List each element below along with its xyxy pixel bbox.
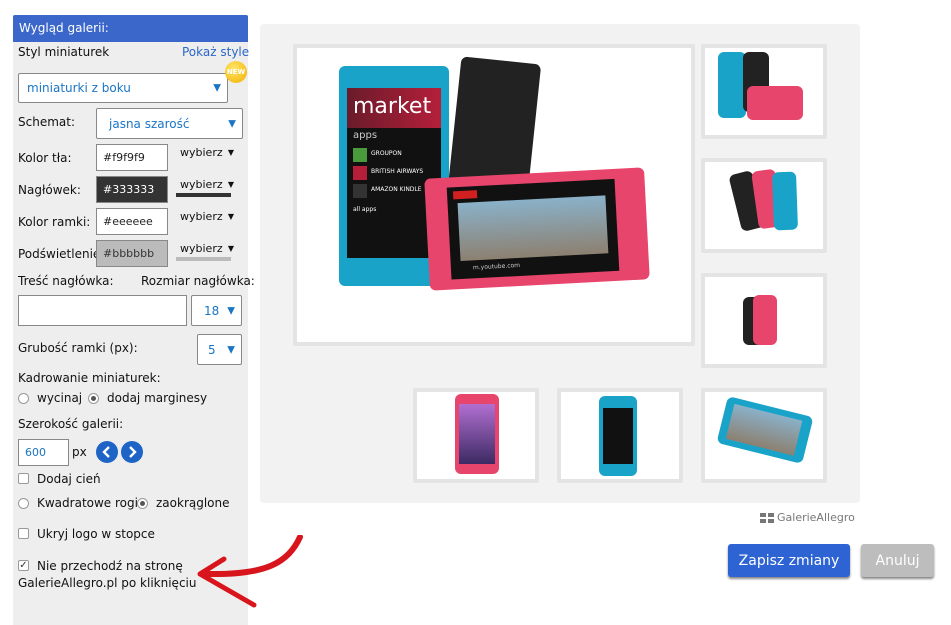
gallery-settings-panel: Wygląd galerii: Styl miniaturek Pokaż st… xyxy=(13,15,255,625)
border-color-picker[interactable]: wybierz ▼ xyxy=(176,210,238,234)
decrease-width-button[interactable] xyxy=(96,441,118,463)
screen-item-4: all apps xyxy=(353,206,377,213)
chevron-down-icon: ▼ xyxy=(227,305,235,316)
crop-radio[interactable] xyxy=(18,393,29,404)
square-corners-radio[interactable] xyxy=(18,498,29,509)
rounded-corners-label: zaokrąglone xyxy=(156,496,230,510)
picker-label: wybierz xyxy=(180,178,223,191)
no-redirect-label-line2: GalerieAllegro.pl po kliknięciu xyxy=(18,576,197,590)
main-image-frame[interactable]: market apps GROUPON BRITISH AIRWAYS AMAZ… xyxy=(293,44,695,346)
header-size-select[interactable]: 18 ▼ xyxy=(191,295,242,326)
thumb-style-label: Styl miniaturek xyxy=(18,45,110,59)
header-color-input[interactable]: #333333 xyxy=(96,176,168,203)
chevron-down-icon: ▼ xyxy=(227,344,235,355)
highlight-color-picker[interactable]: wybierz ▼ xyxy=(176,242,238,266)
header-size-value: 18 xyxy=(204,303,220,318)
browser-url: m.youtube.com xyxy=(472,261,521,272)
crop-option-label: wycinaj xyxy=(37,391,83,405)
gallery-preview: market apps GROUPON BRITISH AIRWAYS AMAZ… xyxy=(260,24,860,503)
square-corners-label: Kwadratowe rogi xyxy=(37,496,138,510)
thumbnail-6[interactable] xyxy=(701,388,827,483)
thumbnail-1[interactable] xyxy=(701,44,827,139)
scheme-label: Schemat: xyxy=(18,115,75,129)
thumbnail-4[interactable] xyxy=(413,388,539,483)
header-text-label: Treść nagłówka: xyxy=(18,274,114,288)
thumbnail-3[interactable] xyxy=(701,273,827,368)
screen-item-1: GROUPON xyxy=(371,150,402,157)
thumbnail-5[interactable] xyxy=(557,388,683,483)
highlight-label: Podświetlenie: xyxy=(18,247,105,261)
thumbnail-2[interactable] xyxy=(701,158,827,253)
screen-subtitle: apps xyxy=(353,130,378,141)
header-color-picker[interactable]: wybierz ▼ xyxy=(176,178,238,202)
chevron-right-icon xyxy=(129,446,137,458)
border-color-label: Kolor ramki: xyxy=(18,215,91,229)
no-redirect-label-line1: Nie przechodź na stronę xyxy=(37,559,183,573)
bg-color-input[interactable]: #f9f9f9 xyxy=(96,144,168,171)
shadow-label: Dodaj cień xyxy=(37,472,101,486)
margin-radio[interactable] xyxy=(88,393,99,404)
border-width-select[interactable]: 5 ▼ xyxy=(197,334,242,365)
border-width-label: Grubość ramki (px): xyxy=(18,341,138,355)
pink-phone-screen: m.youtube.com xyxy=(446,178,620,280)
pink-phone: m.youtube.com xyxy=(424,167,650,291)
bg-color-picker[interactable]: wybierz ▼ xyxy=(176,146,238,170)
screen-item-2: BRITISH AIRWAYS xyxy=(371,168,424,175)
bg-color-label: Kolor tła: xyxy=(18,151,72,165)
hide-logo-label: Ukryj logo w stopce xyxy=(37,527,155,541)
picker-label: wybierz xyxy=(180,146,223,159)
px-unit: px xyxy=(72,445,87,459)
brand-name: GalerieAllegro xyxy=(777,511,855,524)
scheme-select[interactable]: jasna szarość ▼ xyxy=(96,108,243,139)
header-color-label: Nagłówek: xyxy=(18,183,81,197)
border-width-value: 5 xyxy=(208,342,216,357)
picker-label: wybierz xyxy=(180,242,223,255)
header-size-label: Rozmiar nagłówka: xyxy=(141,274,255,288)
red-arrow-annotation xyxy=(197,535,303,608)
screen-title: market xyxy=(353,94,432,119)
header-text-input[interactable] xyxy=(18,295,187,326)
galerie-allegro-logo: GalerieAllegro xyxy=(760,511,855,524)
caret-down-icon: ▼ xyxy=(227,244,234,253)
gallery-width-label: Szerokość galerii: xyxy=(18,417,124,431)
caret-down-icon: ▼ xyxy=(227,180,234,189)
chevron-left-icon xyxy=(102,446,110,458)
cropping-label: Kadrowanie miniaturek: xyxy=(18,371,161,385)
screen-item-3: AMAZON KINDLE xyxy=(371,186,422,193)
picker-label: wybierz xyxy=(180,210,223,223)
thumb-style-value: miniaturki z boku xyxy=(27,81,131,95)
grid-logo-icon xyxy=(760,512,774,523)
new-badge: NEW xyxy=(225,61,247,83)
no-redirect-checkbox[interactable]: ✓ xyxy=(18,560,29,571)
hide-logo-checkbox[interactable] xyxy=(18,528,29,539)
cancel-button[interactable]: Anuluj xyxy=(861,544,934,577)
main-product-image: market apps GROUPON BRITISH AIRWAYS AMAZ… xyxy=(297,48,691,342)
rounded-corners-radio[interactable] xyxy=(137,498,148,509)
save-changes-button[interactable]: Zapisz zmiany xyxy=(728,544,850,577)
border-color-input[interactable]: #eeeeee xyxy=(96,208,168,235)
shadow-checkbox[interactable] xyxy=(18,473,29,484)
panel-title: Wygląd galerii: xyxy=(13,15,248,42)
page: Wygląd galerii: Styl miniaturek Pokaż st… xyxy=(0,0,951,625)
header-color-swatch xyxy=(176,193,231,197)
increase-width-button[interactable] xyxy=(121,441,143,463)
highlight-color-input[interactable]: #bbbbbb xyxy=(96,240,168,267)
highlight-color-swatch xyxy=(176,257,231,261)
caret-down-icon: ▼ xyxy=(227,148,234,157)
chevron-down-icon: ▼ xyxy=(213,82,221,94)
caret-down-icon: ▼ xyxy=(227,212,234,221)
show-styles-link[interactable]: Pokaż style xyxy=(182,45,249,59)
thumb-style-select[interactable]: miniaturki z boku ▼ xyxy=(18,73,228,103)
chevron-down-icon: ▼ xyxy=(228,118,236,129)
margin-option-label: dodaj marginesy xyxy=(107,391,208,405)
gallery-width-input[interactable]: 600 xyxy=(18,439,69,466)
scheme-value: jasna szarość xyxy=(109,116,190,131)
